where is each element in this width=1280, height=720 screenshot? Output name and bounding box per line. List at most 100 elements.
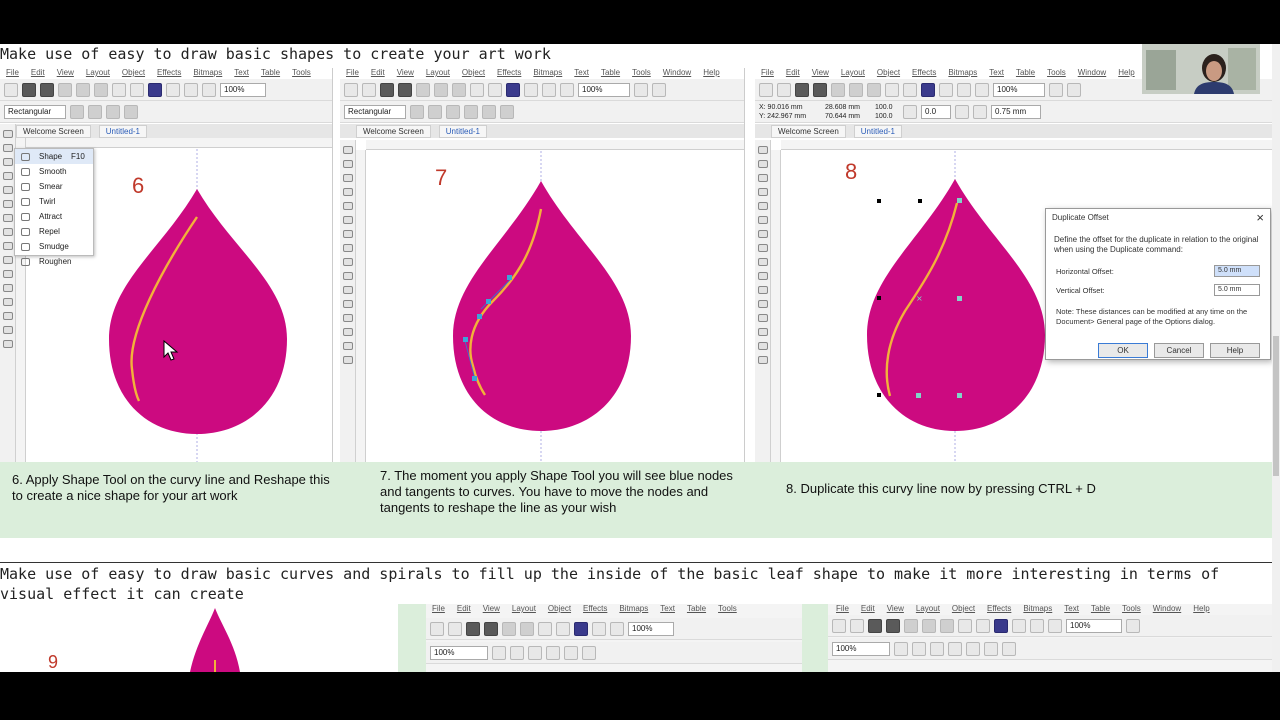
cut-icon[interactable] [58, 82, 72, 97]
flyout-attract-item[interactable]: Attract [15, 209, 93, 224]
menu-bitmaps[interactable]: Bitmaps [193, 68, 222, 77]
interactive-fill-icon[interactable] [758, 356, 768, 364]
menu-window[interactable]: Window [663, 68, 691, 77]
menu-table[interactable]: Table [261, 68, 280, 77]
save-icon[interactable] [868, 618, 882, 633]
ellipse-tool-icon[interactable] [3, 228, 13, 236]
node-add-icon[interactable] [106, 104, 120, 119]
menu-view[interactable]: View [397, 68, 414, 77]
export-icon[interactable] [957, 82, 971, 97]
connector-tool-icon[interactable] [758, 300, 768, 308]
page-scrollbar[interactable] [1272, 44, 1280, 672]
undo-icon[interactable] [958, 618, 972, 633]
rectangle-tool-icon[interactable] [758, 230, 768, 238]
mirror-horizontal-icon[interactable] [955, 104, 969, 119]
menu-object[interactable]: Object [877, 68, 900, 77]
redo-icon[interactable] [556, 621, 570, 636]
zoom-selected-icon[interactable] [930, 641, 944, 656]
print-icon[interactable] [398, 82, 412, 97]
publish-icon[interactable] [975, 82, 989, 97]
full-screen-icon[interactable] [1049, 82, 1063, 97]
snap-to-icon[interactable] [1067, 82, 1081, 97]
tab-untitled-1[interactable]: Untitled-1 [853, 124, 903, 138]
drop-shadow-icon[interactable] [343, 314, 353, 322]
menu-file[interactable]: File [432, 604, 445, 613]
menu-file[interactable]: File [346, 68, 359, 77]
crop-tool-icon[interactable] [758, 174, 768, 182]
tab-welcome-screen[interactable]: Welcome Screen [16, 124, 91, 138]
transparency-icon[interactable] [758, 328, 768, 336]
zoom-in-icon[interactable] [492, 645, 506, 660]
rotation-angle-field[interactable]: 0.0 [921, 104, 951, 119]
menu-table[interactable]: Table [1091, 604, 1110, 613]
artistic-media-icon[interactable] [758, 216, 768, 224]
interactive-fill-icon[interactable] [343, 356, 353, 364]
connector-tool-icon[interactable] [3, 284, 13, 292]
teardrop-shape[interactable] [109, 189, 287, 434]
menu-text[interactable]: Text [989, 68, 1004, 77]
crop-tool-icon[interactable] [3, 158, 13, 166]
new-icon[interactable] [344, 82, 358, 97]
tab-untitled-1[interactable]: Untitled-1 [438, 124, 488, 138]
scrollbar-thumb[interactable] [1273, 336, 1279, 476]
x-position[interactable]: X: 90.016 mm [759, 103, 821, 112]
zoom-level-select[interactable]: 100% [832, 641, 890, 656]
flyout-twirl-item[interactable]: Twirl [15, 194, 93, 209]
menu-edit[interactable]: Edit [786, 68, 800, 77]
node-handle[interactable] [957, 296, 962, 301]
open-icon[interactable] [850, 618, 864, 633]
menu-object[interactable]: Object [122, 68, 145, 77]
shape-tool-icon[interactable] [3, 144, 13, 152]
menu-effects[interactable]: Effects [157, 68, 181, 77]
parallel-dimension-icon[interactable] [343, 286, 353, 294]
menu-effects[interactable]: Effects [912, 68, 936, 77]
open-icon[interactable] [22, 82, 36, 97]
copy-icon[interactable] [922, 618, 936, 633]
copy-icon[interactable] [434, 82, 448, 97]
print-icon[interactable] [484, 621, 498, 636]
crop-tool-icon[interactable] [343, 174, 353, 182]
interactive-fill-icon[interactable] [3, 340, 13, 348]
flyout-shape-item[interactable]: Shape F10 [15, 149, 93, 164]
y-position[interactable]: Y: 242.967 mm [759, 112, 821, 121]
selection-handle[interactable] [918, 199, 922, 203]
align-icon[interactable] [70, 104, 84, 119]
save-icon[interactable] [380, 82, 394, 97]
distribute-icon[interactable] [88, 104, 102, 119]
menu-effects[interactable]: Effects [583, 604, 607, 613]
flyout-smooth-item[interactable]: Smooth [15, 164, 93, 179]
import-icon[interactable] [592, 621, 606, 636]
tab-untitled-1[interactable]: Untitled-1 [98, 124, 148, 138]
drawing-canvas[interactable]: 7 [373, 151, 744, 462]
menu-layout[interactable]: Layout [916, 604, 940, 613]
rectangle-tool-icon[interactable] [343, 230, 353, 238]
new-icon[interactable] [832, 618, 846, 633]
flyout-repel-item[interactable]: Repel [15, 224, 93, 239]
copy-icon[interactable] [849, 82, 863, 97]
menu-window[interactable]: Window [1078, 68, 1106, 77]
menu-text[interactable]: Text [234, 68, 249, 77]
menu-bitmaps[interactable]: Bitmaps [619, 604, 648, 613]
flyout-smudge-item[interactable]: Smudge [15, 239, 93, 254]
zoom-selected-icon[interactable] [528, 645, 542, 660]
zoom-out-icon[interactable] [912, 641, 926, 656]
node-handle[interactable] [472, 376, 477, 381]
node-handle[interactable] [486, 299, 491, 304]
menu-layout[interactable]: Layout [426, 68, 450, 77]
copy-icon[interactable] [520, 621, 534, 636]
publish-icon[interactable] [1048, 618, 1062, 633]
eyedropper-icon[interactable] [758, 342, 768, 350]
cut-icon[interactable] [904, 618, 918, 633]
import-icon[interactable] [524, 82, 538, 97]
menu-edit[interactable]: Edit [371, 68, 385, 77]
help-button[interactable]: Help [1210, 343, 1260, 358]
undo-icon[interactable] [885, 82, 899, 97]
menu-edit[interactable]: Edit [457, 604, 471, 613]
cut-icon[interactable] [416, 82, 430, 97]
menu-table[interactable]: Table [687, 604, 706, 613]
menu-help[interactable]: Help [1193, 604, 1209, 613]
selection-handle[interactable] [877, 199, 881, 203]
zoom-level-select[interactable]: 100% [1066, 618, 1122, 633]
artistic-media-icon[interactable] [343, 216, 353, 224]
menu-bitmaps[interactable]: Bitmaps [1023, 604, 1052, 613]
